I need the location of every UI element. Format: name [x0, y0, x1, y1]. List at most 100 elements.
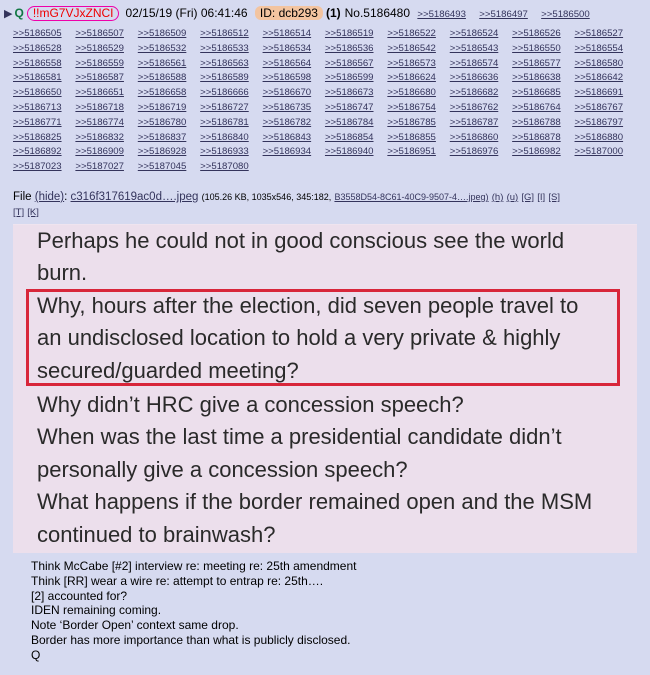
reply-link[interactable]: >>5186642 [575, 71, 637, 86]
reply-link[interactable]: >>5186526 [512, 27, 574, 42]
reply-link[interactable]: >>5186638 [512, 71, 574, 86]
reply-link[interactable]: >>5186840 [200, 131, 262, 146]
reply-link[interactable]: >>5186680 [387, 86, 449, 101]
reply-link[interactable]: >>5186554 [575, 42, 637, 57]
reply-link[interactable]: >>5186658 [138, 86, 200, 101]
reply-link[interactable]: >>5187027 [75, 160, 137, 175]
reply-link[interactable]: >>5186497 [479, 9, 528, 20]
reply-link[interactable]: >>5186512 [200, 27, 262, 42]
reply-link[interactable]: >>5186747 [325, 101, 387, 116]
reply-link[interactable]: >>5186691 [575, 86, 637, 101]
reply-link[interactable]: >>5186534 [263, 42, 325, 57]
reply-link[interactable]: >>5186581 [13, 71, 75, 86]
reply-link[interactable]: >>5186774 [75, 116, 137, 131]
original-filename-link[interactable]: B3558D54-8C61-40C9-9507-4….jpeg) [334, 192, 488, 202]
file-tool-saucenao[interactable]: [S] [548, 192, 560, 203]
reply-link[interactable]: >>5186787 [450, 116, 512, 131]
reply-link[interactable]: >>5186933 [200, 145, 262, 160]
reply-link[interactable]: >>5186559 [75, 57, 137, 72]
reply-link[interactable]: >>5186909 [75, 145, 137, 160]
reply-link[interactable]: >>5186767 [575, 101, 637, 116]
reply-link[interactable]: >>5187045 [138, 160, 200, 175]
reply-link[interactable]: >>5186500 [541, 9, 590, 20]
reply-link[interactable]: >>5186878 [512, 131, 574, 146]
file-tool-karma[interactable]: [K] [27, 207, 39, 218]
reply-link[interactable]: >>5186529 [75, 42, 137, 57]
poster-id[interactable]: ID: dcb293 [254, 6, 323, 20]
reply-link[interactable]: >>5186561 [138, 57, 200, 72]
reply-link[interactable]: >>5186528 [13, 42, 75, 57]
post-number[interactable]: No.5186480 [345, 6, 410, 20]
reply-link[interactable]: >>5186719 [138, 101, 200, 116]
reply-link[interactable]: >>5186577 [512, 57, 574, 72]
reply-link[interactable]: >>5186505 [13, 27, 75, 42]
reply-link[interactable]: >>5186928 [138, 145, 200, 160]
reply-link[interactable]: >>5186727 [200, 101, 262, 116]
reply-link[interactable]: >>5186509 [138, 27, 200, 42]
reply-link[interactable]: >>5186832 [75, 131, 137, 146]
reply-link[interactable]: >>5186860 [450, 131, 512, 146]
reply-link[interactable]: >>5186934 [263, 145, 325, 160]
reply-link[interactable]: >>5186673 [325, 86, 387, 101]
reply-link[interactable]: >>5186573 [387, 57, 449, 72]
reply-link[interactable]: >>5186527 [575, 27, 637, 42]
reply-link[interactable]: >>5186685 [512, 86, 574, 101]
reply-link[interactable]: >>5186670 [263, 86, 325, 101]
reply-link[interactable]: >>5186940 [325, 145, 387, 160]
reply-link[interactable]: >>5186764 [512, 101, 574, 116]
reply-link[interactable]: >>5186563 [200, 57, 262, 72]
reply-link[interactable]: >>5186558 [13, 57, 75, 72]
reply-link[interactable]: >>5186782 [263, 116, 325, 131]
reply-link[interactable]: >>5186780 [138, 116, 200, 131]
reply-link[interactable]: >>5186976 [450, 145, 512, 160]
reply-link[interactable]: >>5186536 [325, 42, 387, 57]
reply-link[interactable]: >>5186543 [450, 42, 512, 57]
reply-link[interactable]: >>5186771 [13, 116, 75, 131]
reply-link[interactable]: >>5186599 [325, 71, 387, 86]
reply-link[interactable]: >>5186781 [200, 116, 262, 131]
reply-link[interactable]: >>5186754 [387, 101, 449, 116]
reply-link[interactable]: >>5186580 [575, 57, 637, 72]
reply-link[interactable]: >>5186797 [575, 116, 637, 131]
reply-link[interactable]: >>5186587 [75, 71, 137, 86]
reply-link[interactable]: >>5186718 [75, 101, 137, 116]
hide-file-link[interactable]: (hide) [35, 191, 64, 203]
reply-link[interactable]: >>5186493 [417, 9, 466, 20]
reply-link[interactable]: >>5186532 [138, 42, 200, 57]
reply-link[interactable]: >>5186880 [575, 131, 637, 146]
file-tool-u[interactable]: (u) [507, 192, 519, 203]
reply-link[interactable]: >>5186982 [512, 145, 574, 160]
reply-link[interactable]: >>5186522 [387, 27, 449, 42]
reply-link[interactable]: >>5186843 [263, 131, 325, 146]
reply-link[interactable]: >>5186524 [450, 27, 512, 42]
reply-link[interactable]: >>5186682 [450, 86, 512, 101]
reply-link[interactable]: >>5186837 [138, 131, 200, 146]
reply-link[interactable]: >>5186624 [387, 71, 449, 86]
reply-link[interactable]: >>5186855 [387, 131, 449, 146]
reply-link[interactable]: >>5186636 [450, 71, 512, 86]
reply-link[interactable]: >>5186651 [75, 86, 137, 101]
reply-link[interactable]: >>5186542 [387, 42, 449, 57]
reply-link[interactable]: >>5186735 [263, 101, 325, 116]
reply-link[interactable]: >>5186567 [325, 57, 387, 72]
reply-link[interactable]: >>5186854 [325, 131, 387, 146]
reply-link[interactable]: >>5186784 [325, 116, 387, 131]
file-tool-h[interactable]: (h) [492, 192, 504, 203]
reply-link[interactable]: >>5186598 [263, 71, 325, 86]
reply-link[interactable]: >>5186514 [263, 27, 325, 42]
reply-link[interactable]: >>5186589 [200, 71, 262, 86]
reply-link[interactable]: >>5186825 [13, 131, 75, 146]
reply-link[interactable]: >>5186713 [13, 101, 75, 116]
reply-link[interactable]: >>5186666 [200, 86, 262, 101]
reply-link[interactable]: >>5186588 [138, 71, 200, 86]
reply-link[interactable]: >>5186762 [450, 101, 512, 116]
reply-link[interactable]: >>5187080 [200, 160, 262, 175]
file-tool-iqdb[interactable]: [I] [537, 192, 545, 203]
reply-link[interactable]: >>5187000 [575, 145, 637, 160]
reply-link[interactable]: >>5186574 [450, 57, 512, 72]
file-tool-tineye[interactable]: [T] [13, 207, 24, 218]
reply-link[interactable]: >>5186892 [13, 145, 75, 160]
file-tool-google[interactable]: [G] [521, 192, 534, 203]
reply-link[interactable]: >>5186519 [325, 27, 387, 42]
collapse-arrow-icon[interactable]: ▶ [4, 8, 12, 20]
